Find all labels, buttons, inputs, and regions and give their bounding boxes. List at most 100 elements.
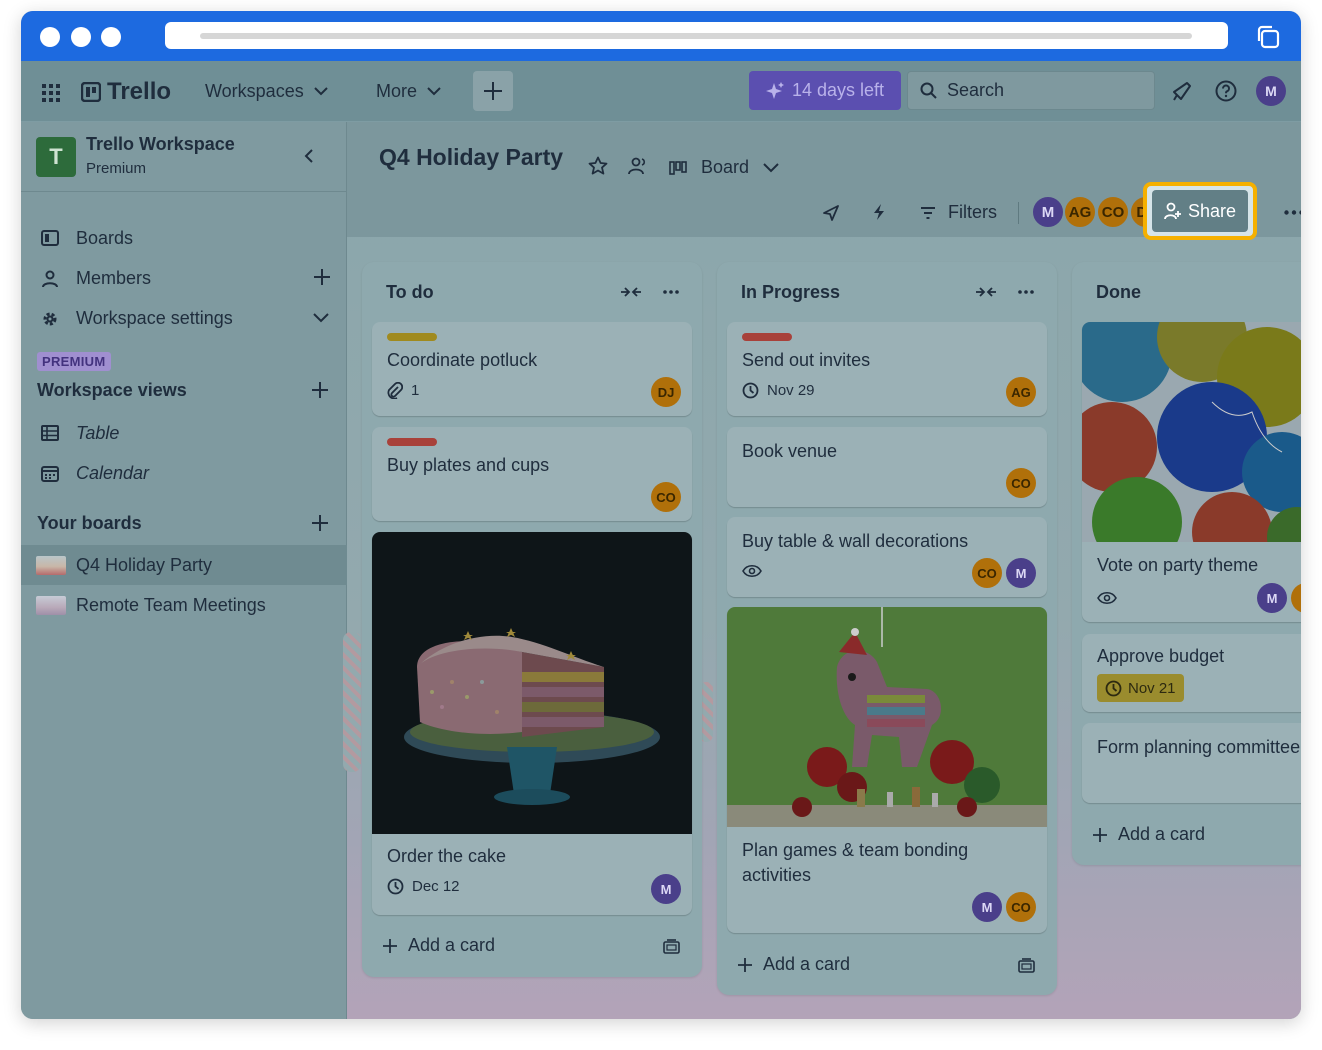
board-view-switcher[interactable]: Board xyxy=(669,157,779,178)
more-menu[interactable]: More xyxy=(376,61,441,122)
board-member-avatar[interactable]: M xyxy=(1031,195,1065,229)
top-navigation: Trello Workspaces More 14 days left Sear… xyxy=(21,61,1301,122)
card-order-the-cake[interactable]: Order the cake Dec 12 M xyxy=(372,532,692,915)
card-book-venue[interactable]: Book venue CO xyxy=(727,427,1047,507)
user-avatar[interactable]: M xyxy=(1256,76,1286,106)
sidebar-item-label: Workspace settings xyxy=(76,307,233,328)
list-actions-icon[interactable] xyxy=(663,290,679,294)
card-approve-budget[interactable]: Approve budget Nov 21 xyxy=(1082,634,1301,712)
list-title[interactable]: In Progress xyxy=(741,282,840,303)
add-card-button[interactable]: Add a card xyxy=(737,954,850,975)
workspaces-menu[interactable]: Workspaces xyxy=(205,61,328,122)
board-canvas: Q4 Holiday Party Board Filters M AG CO D… xyxy=(343,122,1301,1019)
sidebar-view-calendar[interactable]: Calendar xyxy=(21,453,347,493)
gear-icon xyxy=(43,312,57,326)
card-plan-games-team-bonding[interactable]: Plan games & team bonding activities M C… xyxy=(727,607,1047,933)
card-member-avatar[interactable]: M xyxy=(972,892,1002,922)
list-actions-icon[interactable] xyxy=(1018,290,1034,294)
window-close-control[interactable] xyxy=(40,27,60,47)
card-member-avatar[interactable]: DJ xyxy=(651,377,681,407)
sidebar-view-table[interactable]: Table xyxy=(21,413,347,453)
sidebar-board-remote-team-meetings[interactable]: Remote Team Meetings xyxy=(21,585,347,625)
workspace-views-title: Workspace views xyxy=(37,380,187,400)
card-member-avatar[interactable]: M xyxy=(1006,558,1036,588)
tabs-overview-icon[interactable] xyxy=(1255,24,1281,50)
collapse-sidebar-icon[interactable] xyxy=(304,149,314,163)
card-due-date: Nov 29 xyxy=(742,382,815,399)
workspaces-label: Workspaces xyxy=(205,81,304,101)
window-zoom-control[interactable] xyxy=(101,27,121,47)
sidebar-item-workspace-settings[interactable]: Workspace settings xyxy=(21,298,347,338)
card-template-icon[interactable] xyxy=(1018,958,1035,973)
add-member-icon[interactable] xyxy=(313,268,331,286)
sidebar-board-q4-holiday-party[interactable]: Q4 Holiday Party xyxy=(21,545,347,585)
card-vote-on-party-theme[interactable]: Vote on party theme M xyxy=(1082,322,1301,622)
brand-name: Trello xyxy=(107,77,172,105)
card-template-icon[interactable] xyxy=(663,939,680,954)
card-member-avatar[interactable]: M xyxy=(651,874,681,904)
plus-icon xyxy=(484,82,502,100)
card-member-avatar[interactable]: CO xyxy=(1006,468,1036,498)
add-card-button[interactable]: Add a card xyxy=(382,935,495,956)
help-icon[interactable] xyxy=(1215,80,1237,102)
card-member-avatar[interactable]: CO xyxy=(1006,892,1036,922)
sidebar-board-label: Remote Team Meetings xyxy=(76,594,266,615)
card-form-planning-committee[interactable]: Form planning committee xyxy=(1082,723,1301,803)
add-board-icon[interactable] xyxy=(311,514,329,532)
card-member-avatar[interactable]: AG xyxy=(1006,377,1036,407)
premium-badge: PREMIUM xyxy=(37,352,111,371)
your-boards-title: Your boards xyxy=(37,513,142,533)
card-coordinate-potluck[interactable]: Coordinate potluck 1 DJ xyxy=(372,322,692,416)
card-label xyxy=(742,333,792,341)
filters-button[interactable]: Filters xyxy=(920,202,997,223)
add-view-icon[interactable] xyxy=(311,381,329,399)
trello-logo[interactable]: Trello xyxy=(81,61,171,122)
background-decoration xyxy=(343,632,361,772)
card-title: Approve budget xyxy=(1097,646,1225,666)
share-button[interactable]: Share xyxy=(1152,190,1248,232)
trello-logo-icon xyxy=(81,81,101,102)
window-minimize-control[interactable] xyxy=(71,27,91,47)
list-title[interactable]: Done xyxy=(1096,282,1141,303)
automation-icon[interactable] xyxy=(872,203,886,221)
workspace-name[interactable]: Trello Workspace xyxy=(86,134,235,155)
eye-icon xyxy=(742,564,762,578)
more-options-icon[interactable] xyxy=(1284,210,1301,215)
card-title: Vote on party theme xyxy=(1097,555,1259,575)
star-icon[interactable] xyxy=(588,156,608,176)
card-member-avatar[interactable]: CO xyxy=(972,558,1002,588)
collapse-list-icon[interactable] xyxy=(620,286,642,298)
board-member-avatar[interactable]: AG xyxy=(1063,195,1097,229)
card-buy-table-wall-decorations[interactable]: Buy table & wall decorations CO M xyxy=(727,517,1047,597)
list-to-do: To do Coordinate potluck 1 DJ Buy plates… xyxy=(362,262,702,977)
card-title: Book venue xyxy=(742,441,838,461)
sidebar: T Trello Workspace Premium Boards Member… xyxy=(21,122,347,1019)
chevron-down-icon[interactable] xyxy=(313,313,329,323)
card-buy-plates-and-cups[interactable]: Buy plates and cups CO xyxy=(372,427,692,521)
megaphone-icon[interactable] xyxy=(1171,80,1193,102)
create-button[interactable] xyxy=(473,71,513,111)
card-title: Order the cake xyxy=(387,846,507,866)
filters-label: Filters xyxy=(948,202,997,222)
card-member-avatar[interactable]: CO xyxy=(651,482,681,512)
list-title[interactable]: To do xyxy=(386,282,434,303)
visibility-icon[interactable] xyxy=(628,156,648,176)
chevron-down-icon xyxy=(763,162,779,172)
app-switcher-icon[interactable] xyxy=(42,84,60,102)
trial-button[interactable]: 14 days left xyxy=(749,71,901,110)
due-date-badge[interactable]: Nov 21 xyxy=(1097,674,1184,702)
power-ups-icon[interactable] xyxy=(822,204,840,222)
sidebar-item-members[interactable]: Members xyxy=(21,258,347,298)
card-member-avatar-partial[interactable] xyxy=(1291,583,1301,613)
card-title: Buy table & wall decorations xyxy=(742,531,969,551)
board-title[interactable]: Q4 Holiday Party xyxy=(379,144,563,171)
board-member-avatar[interactable]: CO xyxy=(1096,195,1130,229)
card-send-out-invites[interactable]: Send out invites Nov 29 AG xyxy=(727,322,1047,416)
sparkle-icon xyxy=(765,81,784,99)
card-member-avatar[interactable]: M xyxy=(1257,583,1287,613)
search-input[interactable]: Search xyxy=(907,71,1155,110)
address-bar[interactable] xyxy=(165,22,1228,49)
collapse-list-icon[interactable] xyxy=(975,286,997,298)
sidebar-item-boards[interactable]: Boards xyxy=(21,218,347,258)
add-card-button[interactable]: Add a card xyxy=(1092,824,1205,845)
